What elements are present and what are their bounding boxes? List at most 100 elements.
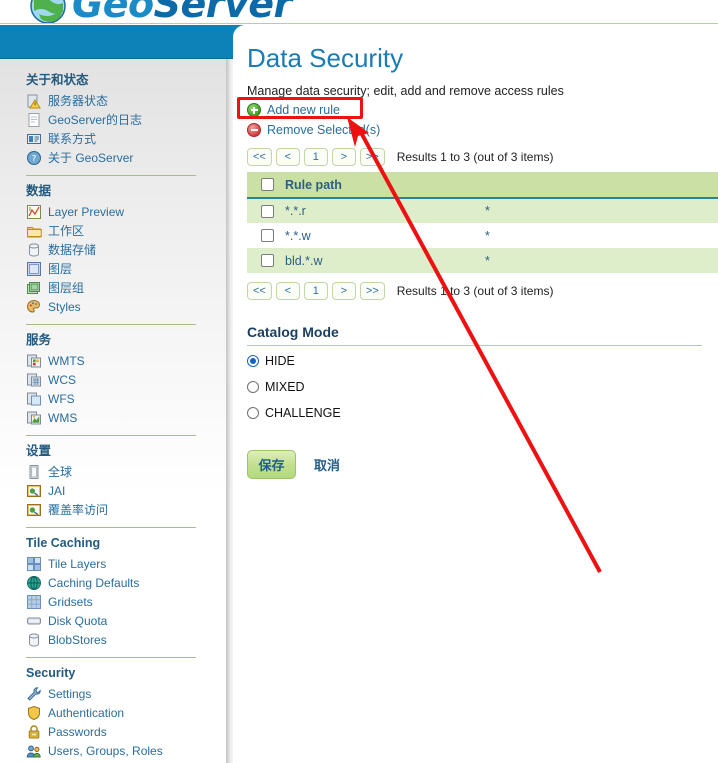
brand-wordmark: GeoServer <box>72 0 292 24</box>
pager-page-1-button[interactable]: 1 <box>303 148 328 166</box>
column-header-roles[interactable] <box>485 172 718 199</box>
sidebar-item-tile-layers[interactable]: Tile Layers <box>26 554 226 573</box>
pager-results-top: Results 1 to 3 (out of 3 items) <box>396 150 554 164</box>
radio-button[interactable] <box>247 355 259 367</box>
sidebar-item-wcs[interactable]: WCS <box>26 370 226 389</box>
row-select-cell <box>247 198 285 223</box>
sidebar-item-label: Settings <box>48 686 92 701</box>
column-header-rule-path[interactable]: Rule path <box>285 172 485 199</box>
cell-rule-path[interactable]: bld.*.w <box>285 248 485 273</box>
tile-layers-icon <box>27 556 41 571</box>
row-checkbox[interactable] <box>261 204 274 218</box>
add-new-rule-label: Add new rule <box>267 103 340 117</box>
sidebar-item-[interactable]: 数据存储 <box>26 240 226 259</box>
sidebar-divider <box>26 657 196 658</box>
cell-roles: * <box>485 253 490 268</box>
remove-selected-label: Remove Selected(s) <box>267 123 381 137</box>
sidebar-item-label: Authentication <box>48 705 125 720</box>
radio-label: CHALLENGE <box>265 406 341 420</box>
sidebar-item-geoserver[interactable]: ? 关于 GeoServer <box>26 148 226 167</box>
remove-selected-link[interactable]: Remove Selected(s) <box>247 121 718 139</box>
catalog-mode-option-hide[interactable]: HIDE <box>247 350 718 372</box>
layer-icon <box>27 261 41 276</box>
save-button[interactable]: 保存 <box>247 450 296 479</box>
row-select-cell <box>247 248 285 273</box>
radio-label: MIXED <box>265 380 305 394</box>
datastore-icon <box>29 243 39 257</box>
catalog-mode-option-challenge[interactable]: CHALLENGE <box>247 402 718 424</box>
sidebar-item-passwords[interactable]: Passwords <box>26 722 226 741</box>
sidebar-item-geoserver[interactable]: GeoServer的日志 <box>26 110 226 129</box>
sidebar-item-wmts[interactable]: WMTS <box>26 351 226 370</box>
sidebar-item-users-groups-roles[interactable]: Users, Groups, Roles <box>26 741 226 760</box>
sidebar-section-items: 服务器状态 GeoServer的日志 联系方式? 关于 GeoServer <box>26 91 226 167</box>
form-actions: 保存 取消 <box>247 450 718 479</box>
table-body: *.*.r * *.*.w * bld.*.w * <box>247 198 718 273</box>
cell-rule-path[interactable]: *.*.w <box>285 223 485 248</box>
sidebar-section-title: 数据 <box>26 184 52 198</box>
coverage-access-icon <box>27 503 41 516</box>
pager-prev-button[interactable]: < <box>275 148 300 166</box>
catalog-mode-option-mixed[interactable]: MIXED <box>247 376 718 398</box>
radio-button[interactable] <box>247 407 259 419</box>
sidebar-item-label: Layer Preview <box>48 204 125 219</box>
sidebar-item-styles[interactable]: Styles <box>26 297 226 316</box>
sidebar-item-authentication[interactable]: Authentication <box>26 703 226 722</box>
sidebar-item-[interactable]: 工作区 <box>26 221 226 240</box>
sidebar-item-wms[interactable]: WMS <box>26 408 226 427</box>
brand-server: Server <box>153 0 293 24</box>
sidebar-section-title: 关于和状态 <box>26 73 89 87</box>
folder-icon <box>27 226 42 237</box>
sidebar-item-caching-defaults[interactable]: Caching Defaults <box>26 573 226 592</box>
sidebar-section-1: 关于和状态服务器状态 GeoServer的日志 联系方式? 关于 GeoServer <box>0 73 226 167</box>
sidebar-item-[interactable]: 图层 <box>26 259 226 278</box>
pager-next-button[interactable]: > <box>331 148 356 166</box>
sidebar-item-[interactable]: 覆盖率访问 <box>26 500 226 519</box>
sidebar-item-[interactable]: 服务器状态 <box>26 91 226 110</box>
table-row[interactable]: *.*.w * <box>247 223 718 248</box>
sidebar-item-[interactable]: 联系方式 <box>26 129 226 148</box>
radio-button[interactable] <box>247 381 259 393</box>
sidebar-item-wfs[interactable]: WFS <box>26 389 226 408</box>
pager-last-button-bottom[interactable]: >> <box>359 282 385 300</box>
brand-divider <box>0 23 718 24</box>
sidebar-section-items: WMTS WCS WFS WMS <box>26 351 226 427</box>
sidebar-item-label: WCS <box>48 372 76 387</box>
sidebar-item-label: WMTS <box>48 353 85 368</box>
sidebar-item-disk-quota[interactable]: Disk Quota <box>26 611 226 630</box>
sidebar-item-label: BlobStores <box>48 632 107 647</box>
select-all-checkbox[interactable] <box>261 178 274 191</box>
row-checkbox[interactable] <box>261 229 274 242</box>
sidebar-item-layer-preview[interactable]: Layer Preview <box>26 202 226 221</box>
table-row[interactable]: *.*.r * <box>247 198 718 223</box>
palette-icon <box>26 299 41 313</box>
remove-circle-icon <box>247 123 261 137</box>
sidebar-section-title: 设置 <box>26 444 52 458</box>
sidebar-item-[interactable]: 图层组 <box>26 278 226 297</box>
sidebar-divider <box>26 175 196 176</box>
pager-page-1-button-bottom[interactable]: 1 <box>303 282 328 300</box>
sidebar-item-gridsets[interactable]: Gridsets <box>26 592 226 611</box>
row-checkbox[interactable] <box>261 254 274 267</box>
pager-prev-button-bottom[interactable]: < <box>275 282 300 300</box>
sidebar-item-label: 关于 GeoServer <box>48 150 134 165</box>
sidebar-item-label: Gridsets <box>48 594 93 609</box>
sidebar-item-[interactable]: 全球 <box>26 462 226 481</box>
add-new-rule-link[interactable]: Add new rule <box>247 101 718 119</box>
sidebar-item-label: 全球 <box>48 464 73 479</box>
pager-next-button-bottom[interactable]: > <box>331 282 356 300</box>
sidebar-divider <box>26 324 196 325</box>
sidebar-item-blobstores[interactable]: BlobStores <box>26 630 226 649</box>
cancel-button[interactable]: 取消 <box>310 455 344 474</box>
table-header: Rule path <box>247 172 718 199</box>
sidebar-item-jai[interactable]: JAI <box>26 481 226 500</box>
sidebar: 关于和状态服务器状态 GeoServer的日志 联系方式? 关于 GeoServer 数… <box>0 59 226 763</box>
users-icon <box>26 745 41 757</box>
pager-first-button[interactable]: << <box>247 148 272 166</box>
pager-first-button-bottom[interactable]: << <box>247 282 272 300</box>
sidebar-item-settings[interactable]: Settings <box>26 684 226 703</box>
cell-rule-path[interactable]: *.*.r <box>285 198 485 223</box>
sidebar-item-label: Styles <box>48 299 81 314</box>
pager-last-button[interactable]: >> <box>359 148 385 166</box>
table-row[interactable]: bld.*.w * <box>247 248 718 273</box>
